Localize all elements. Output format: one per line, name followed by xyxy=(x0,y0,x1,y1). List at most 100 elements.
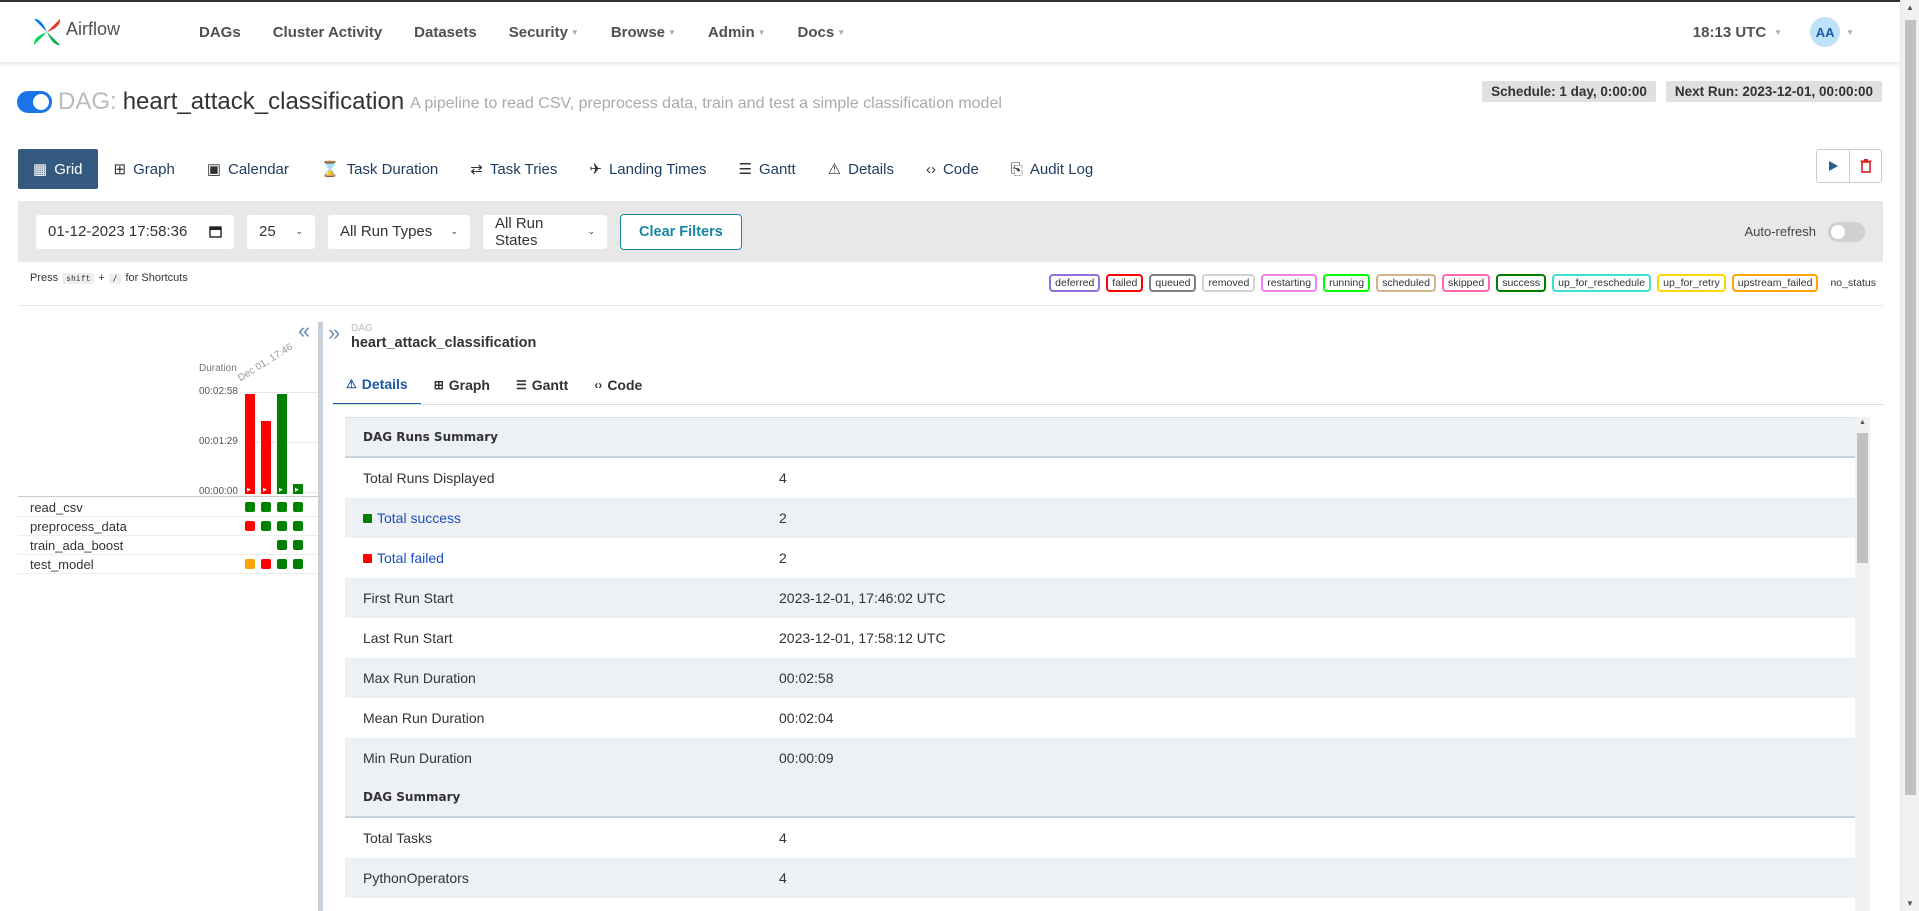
task-instance-cell[interactable] xyxy=(277,521,287,531)
task-instance-cell[interactable] xyxy=(277,559,287,569)
task-row[interactable]: read_csv xyxy=(18,498,318,517)
detail-tab-details[interactable]: ⚠ Details xyxy=(333,365,421,405)
detail-tab-graph[interactable]: ⊞ Graph xyxy=(421,365,503,405)
legend-restarting[interactable]: restarting xyxy=(1261,274,1318,292)
row-label[interactable]: Total failed xyxy=(377,550,444,566)
next-run-badge[interactable]: Next Run: 2023-12-01, 00:00:00 xyxy=(1665,81,1882,102)
row-label-cell: Last Run Start xyxy=(345,630,779,646)
tab-calendar[interactable]: ▣ Calendar xyxy=(191,149,305,189)
panel-resizer[interactable] xyxy=(318,322,323,911)
run-bar-failed[interactable]: ▶ xyxy=(261,421,271,494)
row-label-cell[interactable]: Total failed xyxy=(345,550,779,566)
clear-filters-button[interactable]: Clear Filters xyxy=(620,213,742,250)
detail-tab-code[interactable]: ‹› Code xyxy=(581,365,655,405)
tab-task-tries[interactable]: ⇄ Task Tries xyxy=(454,149,573,189)
autorefresh-toggle[interactable] xyxy=(1828,221,1865,242)
task-instance-cell[interactable] xyxy=(277,502,287,512)
page-scrollbar[interactable]: ▲ ▼ xyxy=(1900,0,1919,911)
scroll-up-icon[interactable]: ▲ xyxy=(1859,419,1866,426)
airflow-logo[interactable]: Airflow xyxy=(32,15,167,49)
tab-code[interactable]: ‹› Code xyxy=(910,149,995,189)
scroll-down-icon[interactable]: ▼ xyxy=(1906,899,1914,908)
task-name[interactable]: read_csv xyxy=(30,500,83,515)
row-label-cell: PythonOperators xyxy=(345,870,779,886)
legend-upstream-failed[interactable]: upstream_failed xyxy=(1731,274,1819,292)
run-type-select[interactable]: All Run Types ⌄ xyxy=(328,214,470,249)
legend-skipped[interactable]: skipped xyxy=(1441,274,1491,292)
delete-dag-button[interactable] xyxy=(1849,150,1881,182)
legend-up-for-reschedule[interactable]: up_for_reschedule xyxy=(1552,274,1652,292)
pause-toggle[interactable] xyxy=(17,91,52,113)
legend-failed[interactable]: failed xyxy=(1106,274,1144,292)
scrollbar-thumb[interactable] xyxy=(1857,433,1868,563)
row-label-cell: Min Run Duration xyxy=(345,750,779,766)
tab-graph[interactable]: ⊞ Graph xyxy=(98,149,191,189)
legend-running[interactable]: running xyxy=(1323,274,1371,292)
legend-no-status[interactable]: no_status xyxy=(1824,274,1882,292)
tab-task-duration[interactable]: ⌛ Task Duration xyxy=(305,149,454,189)
avatar[interactable]: AA xyxy=(1810,17,1841,47)
table-row: Mean Run Duration 00:02:04 xyxy=(345,698,1855,738)
row-label[interactable]: Total success xyxy=(377,510,461,526)
scrollbar-thumb[interactable] xyxy=(1905,20,1916,795)
nav-item-browse[interactable]: Browse ▼ xyxy=(611,24,676,41)
task-instance-cell[interactable] xyxy=(293,540,303,550)
nav-item-dags[interactable]: DAGs xyxy=(199,24,241,41)
tab-audit-log[interactable]: ⎘ Audit Log xyxy=(995,149,1109,189)
nav-item-datasets[interactable]: Datasets xyxy=(414,24,477,41)
pinwheel-icon xyxy=(33,18,61,46)
legend-success[interactable]: success xyxy=(1496,274,1547,292)
nav-item-docs[interactable]: Docs ▼ xyxy=(798,24,846,41)
task-row[interactable]: preprocess_data xyxy=(18,517,318,536)
collapse-icon[interactable]: « xyxy=(298,318,310,344)
legend-up-for-retry[interactable]: up_for_retry xyxy=(1657,274,1726,292)
trigger-dag-button[interactable] xyxy=(1817,150,1849,182)
scroll-up-icon[interactable]: ▲ xyxy=(1906,3,1914,12)
details-scrollbar[interactable]: ▲ xyxy=(1855,417,1870,911)
legend-queued[interactable]: queued xyxy=(1149,274,1197,292)
details-icon: ⚠ xyxy=(827,161,842,178)
nav-item-admin[interactable]: Admin ▼ xyxy=(708,24,766,41)
details-icon: ⚠ xyxy=(346,377,357,391)
run-bar-success[interactable]: ▶ xyxy=(277,394,287,494)
tab-label: Landing Times xyxy=(608,160,707,178)
task-instance-cell[interactable] xyxy=(293,521,303,531)
breadcrumb[interactable]: heart_attack_classification xyxy=(351,335,536,351)
task-name[interactable]: preprocess_data xyxy=(30,519,127,534)
tab-landing-times[interactable]: ✈ Landing Times xyxy=(573,149,722,189)
legend-scheduled[interactable]: scheduled xyxy=(1376,274,1436,292)
task-row[interactable]: train_ada_boost xyxy=(18,536,318,555)
tab-gantt[interactable]: ☰ Gantt xyxy=(723,149,812,189)
task-instance-cell[interactable] xyxy=(261,502,271,512)
task-instance-cell[interactable] xyxy=(293,559,303,569)
task-name[interactable]: test_model xyxy=(30,557,94,572)
nav-item-security[interactable]: Security ▼ xyxy=(509,24,579,41)
legend-removed[interactable]: removed xyxy=(1202,274,1256,292)
task-instance-cell[interactable] xyxy=(277,540,287,550)
shortcut-suffix[interactable]: for Shortcuts xyxy=(125,272,187,284)
task-instance-cell[interactable] xyxy=(261,521,271,531)
task-name[interactable]: train_ada_boost xyxy=(30,538,123,553)
clock-dropdown[interactable]: 18:13 UTC ▼ xyxy=(1693,24,1782,41)
task-instance-cell[interactable] xyxy=(293,502,303,512)
calendar-icon[interactable] xyxy=(209,225,222,238)
task-instance-cell[interactable] xyxy=(245,559,255,569)
run-bar-failed[interactable]: ▶ xyxy=(245,394,255,494)
nav-item-cluster-activity[interactable]: Cluster Activity xyxy=(273,24,382,41)
task-instance-cell[interactable] xyxy=(245,521,255,531)
tab-grid[interactable]: ▦ Grid xyxy=(18,149,98,189)
nav-item-label: DAGs xyxy=(199,23,241,41)
task-row[interactable]: test_model xyxy=(18,555,318,574)
row-label-cell[interactable]: Total success xyxy=(345,510,779,526)
num-runs-select[interactable]: 25 ⌄ xyxy=(247,214,315,249)
expand-icon[interactable]: » xyxy=(328,320,340,346)
detail-tab-gantt[interactable]: ☰ Gantt xyxy=(503,365,581,405)
tab-details[interactable]: ⚠ Details xyxy=(812,149,910,189)
base-date-input[interactable]: 01-12-2023 17:58:36 xyxy=(36,214,234,249)
legend-deferred[interactable]: deferred xyxy=(1049,274,1101,292)
task-instance-cell[interactable] xyxy=(245,502,255,512)
run-bar-success[interactable]: ▶ xyxy=(293,484,303,494)
run-state-select[interactable]: All Run States ⌄ xyxy=(483,214,607,249)
dag-title: heart_attack_classification xyxy=(122,88,405,115)
task-instance-cell[interactable] xyxy=(261,559,271,569)
